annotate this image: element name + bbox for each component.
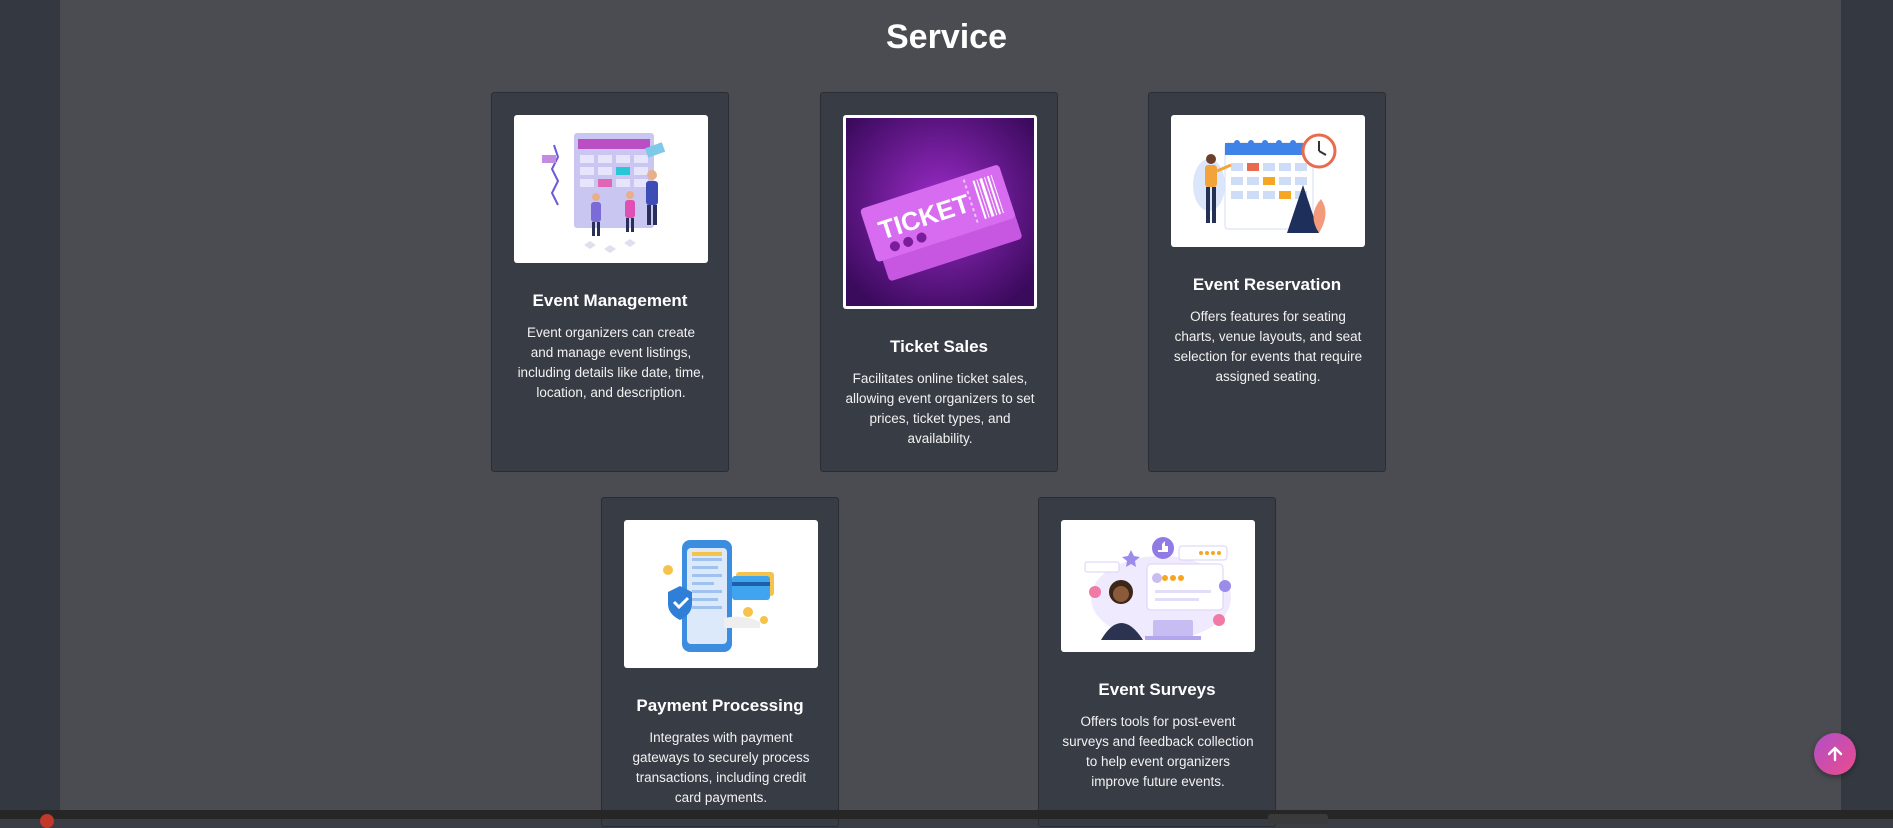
card-title: Event Surveys bbox=[1098, 680, 1216, 699]
service-card-event-reservation: Event Reservation Offers features for se… bbox=[1148, 92, 1386, 472]
card-title: Ticket Sales bbox=[890, 337, 988, 356]
survey-feedback-illustration-icon bbox=[1061, 520, 1255, 652]
event-management-illustration-icon bbox=[514, 115, 708, 263]
phone-payment-illustration-icon bbox=[624, 520, 818, 668]
card-title: Event Reservation bbox=[1192, 275, 1342, 294]
card-description: Integrates with payment gateways to secu… bbox=[632, 730, 810, 805]
card-description: Offers features for seating charts, venu… bbox=[1173, 309, 1363, 384]
card-description: Event organizers can create and manage e… bbox=[517, 325, 705, 400]
card-description: Offers tools for post-event surveys and … bbox=[1062, 714, 1254, 789]
service-card-ticket-sales: TICKET Ticket Sales Facilitates online t… bbox=[820, 92, 1058, 472]
right-gutter bbox=[1841, 0, 1893, 810]
card-title: Event Management bbox=[532, 291, 688, 310]
left-gutter bbox=[0, 0, 60, 810]
scroll-to-top-button[interactable] bbox=[1814, 733, 1856, 775]
card-title: Payment Processing bbox=[636, 696, 804, 715]
ticket-illustration-icon: TICKET bbox=[843, 115, 1037, 309]
section-title: Service bbox=[886, 18, 1007, 56]
taskbar-strip bbox=[0, 810, 1893, 828]
taskbar-tab bbox=[1268, 814, 1328, 824]
calendar-reservation-illustration-icon bbox=[1171, 115, 1365, 247]
arrow-up-icon bbox=[1827, 746, 1843, 762]
card-description: Facilitates online ticket sales, allowin… bbox=[845, 371, 1035, 446]
service-card-payment-processing: Payment Processing Integrates with payme… bbox=[601, 497, 839, 827]
service-card-event-surveys: Event Surveys Offers tools for post-even… bbox=[1038, 497, 1276, 827]
service-card-event-management: Event Management Event organizers can cr… bbox=[491, 92, 729, 472]
app-icon bbox=[40, 814, 54, 828]
